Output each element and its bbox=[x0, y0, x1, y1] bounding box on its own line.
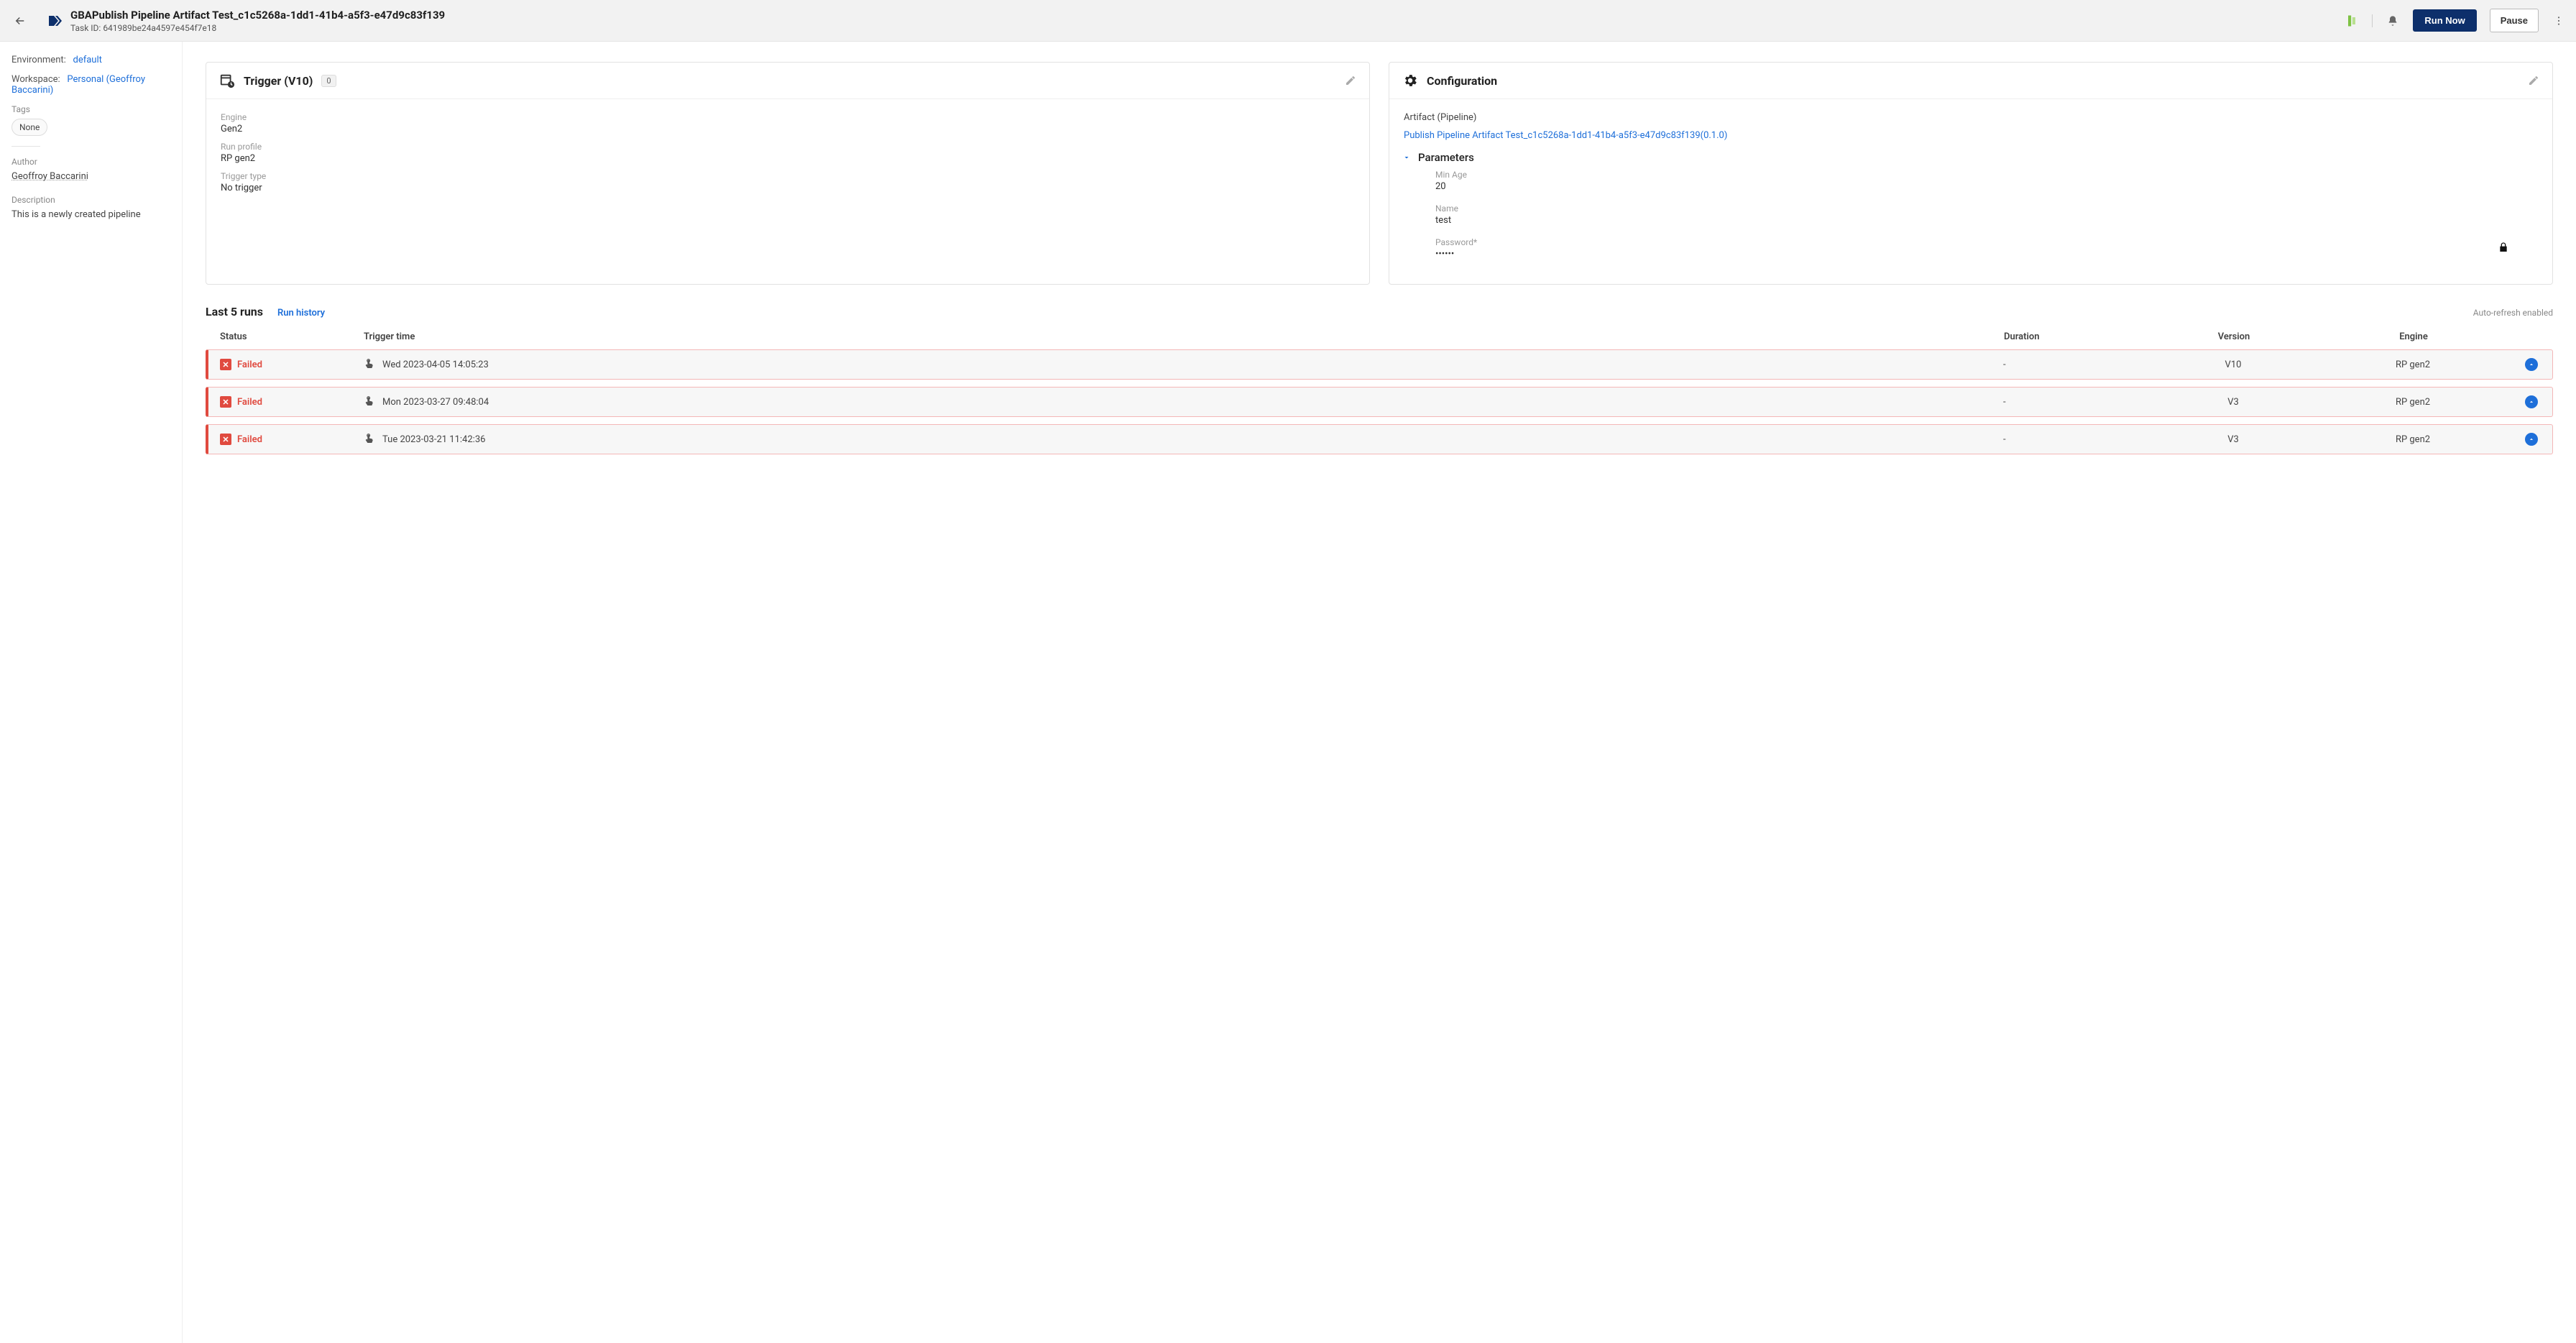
run-status: Failed bbox=[237, 434, 262, 445]
trigger-type-value: No trigger bbox=[221, 183, 1355, 193]
task-id-label: Task ID: bbox=[70, 23, 101, 33]
description-value: This is a newly created pipeline bbox=[12, 209, 170, 220]
chevron-down-icon bbox=[1402, 153, 1411, 162]
run-engine: RP gen2 bbox=[2319, 359, 2506, 370]
expand-row-button[interactable] bbox=[2525, 395, 2538, 408]
run-trigger-time: Wed 2023-04-05 14:05:23 bbox=[382, 359, 489, 370]
run-trigger-time: Mon 2023-03-27 09:48:04 bbox=[382, 397, 489, 408]
divider bbox=[12, 146, 40, 147]
configuration-title: Configuration bbox=[1427, 74, 1497, 88]
close-icon: ✕ bbox=[220, 359, 231, 370]
run-history-link[interactable]: Run history bbox=[277, 308, 325, 318]
parameters-label: Parameters bbox=[1418, 151, 1474, 164]
author-value: Geoffroy Baccarini bbox=[12, 171, 170, 182]
divider bbox=[2372, 14, 2373, 27]
main-content: Trigger (V10) 0 Engine Gen2 Run profile bbox=[183, 42, 2576, 1343]
touch-icon bbox=[364, 357, 375, 372]
run-engine: RP gen2 bbox=[2319, 397, 2506, 408]
configuration-card: Configuration Artifact (Pipeline) Publis… bbox=[1389, 62, 2553, 285]
task-id-value: 641989be24a4597e454f7e18 bbox=[103, 23, 216, 33]
run-duration: - bbox=[2003, 397, 2147, 408]
run-status: Failed bbox=[237, 359, 262, 370]
param-name-label: Name bbox=[1435, 203, 2538, 214]
bell-icon[interactable] bbox=[2386, 14, 2400, 28]
arrow-left-icon bbox=[14, 14, 27, 27]
param-password-label: Password* bbox=[1435, 237, 1477, 247]
col-engine: Engine bbox=[2320, 331, 2507, 342]
artifact-label: Artifact (Pipeline) bbox=[1404, 112, 2538, 123]
app-header: GBAPublish Pipeline Artifact Test_c1c526… bbox=[0, 0, 2576, 42]
back-button[interactable] bbox=[0, 0, 40, 41]
trigger-type-label: Trigger type bbox=[221, 171, 1355, 181]
edit-trigger-button[interactable] bbox=[1345, 75, 1356, 86]
trigger-count-badge: 0 bbox=[321, 75, 336, 87]
runs-title: Last 5 runs bbox=[206, 305, 263, 318]
app-logo bbox=[40, 12, 70, 29]
expand-row-button[interactable] bbox=[2525, 358, 2538, 371]
edit-configuration-button[interactable] bbox=[2528, 75, 2539, 86]
chevron-up-icon bbox=[2528, 361, 2535, 368]
run-row[interactable]: ✕ Failed Tue 2023-03-21 11:42:36 - V3 RP… bbox=[206, 424, 2553, 454]
run-profile-value: RP gen2 bbox=[221, 153, 1355, 164]
touch-icon bbox=[364, 395, 375, 409]
col-version: Version bbox=[2148, 331, 2320, 342]
run-duration: - bbox=[2003, 434, 2147, 445]
engine-label: Engine bbox=[221, 112, 1355, 122]
run-version: V3 bbox=[2147, 434, 2319, 445]
run-version: V10 bbox=[2147, 359, 2319, 370]
calendar-clock-icon bbox=[219, 73, 235, 88]
run-profile-label: Run profile bbox=[221, 142, 1355, 152]
close-icon: ✕ bbox=[220, 396, 231, 408]
more-menu-icon[interactable] bbox=[2552, 14, 2566, 28]
param-name-value: test bbox=[1435, 215, 2538, 226]
run-now-button[interactable]: Run Now bbox=[2413, 9, 2476, 32]
status-icon[interactable] bbox=[2345, 14, 2359, 28]
trigger-card: Trigger (V10) 0 Engine Gen2 Run profile bbox=[206, 62, 1370, 285]
tags-label: Tags bbox=[12, 104, 170, 114]
chevron-up-icon bbox=[2528, 398, 2535, 405]
environment-label: Environment: bbox=[12, 55, 66, 65]
page-title: GBAPublish Pipeline Artifact Test_c1c526… bbox=[70, 9, 445, 22]
run-row[interactable]: ✕ Failed Wed 2023-04-05 14:05:23 - V10 R… bbox=[206, 349, 2553, 380]
pause-button[interactable]: Pause bbox=[2490, 9, 2539, 32]
parameters-toggle[interactable]: Parameters bbox=[1402, 151, 2538, 164]
expand-row-button[interactable] bbox=[2525, 433, 2538, 446]
runs-section: Last 5 runs Run history Auto-refresh ena… bbox=[206, 305, 2553, 454]
run-status: Failed bbox=[237, 397, 262, 408]
run-version: V3 bbox=[2147, 397, 2319, 408]
gear-icon bbox=[1402, 73, 1418, 88]
author-label: Author bbox=[12, 157, 170, 167]
lock-icon bbox=[2498, 242, 2509, 253]
chevron-up-icon bbox=[2528, 436, 2535, 443]
run-row[interactable]: ✕ Failed Mon 2023-03-27 09:48:04 - V3 RP… bbox=[206, 387, 2553, 417]
runs-header-row: Status Trigger time Duration Version Eng… bbox=[206, 327, 2553, 349]
environment-link[interactable]: default bbox=[73, 55, 101, 65]
col-status: Status bbox=[220, 331, 364, 342]
artifact-link[interactable]: Publish Pipeline Artifact Test_c1c5268a-… bbox=[1404, 130, 1727, 141]
pencil-icon bbox=[2528, 75, 2539, 86]
engine-value: Gen2 bbox=[221, 124, 1355, 134]
run-duration: - bbox=[2003, 359, 2147, 370]
auto-refresh-label: Auto-refresh enabled bbox=[2473, 308, 2553, 318]
touch-icon bbox=[364, 432, 375, 446]
param-minage-value: 20 bbox=[1435, 181, 2538, 192]
pencil-icon bbox=[1345, 75, 1356, 86]
run-trigger-time: Tue 2023-03-21 11:42:36 bbox=[382, 434, 485, 445]
run-engine: RP gen2 bbox=[2319, 434, 2506, 445]
sidebar: Environment: default Workspace: Personal… bbox=[0, 42, 183, 1343]
col-trigger-time: Trigger time bbox=[364, 331, 2004, 342]
trigger-card-title: Trigger (V10) bbox=[244, 74, 313, 88]
col-duration: Duration bbox=[2004, 331, 2148, 342]
param-password-value: •••••• bbox=[1435, 249, 1477, 260]
workspace-label: Workspace: bbox=[12, 74, 60, 85]
description-label: Description bbox=[12, 195, 170, 205]
tag-none-chip: None bbox=[12, 119, 47, 136]
close-icon: ✕ bbox=[220, 434, 231, 445]
param-minage-label: Min Age bbox=[1435, 170, 2538, 180]
